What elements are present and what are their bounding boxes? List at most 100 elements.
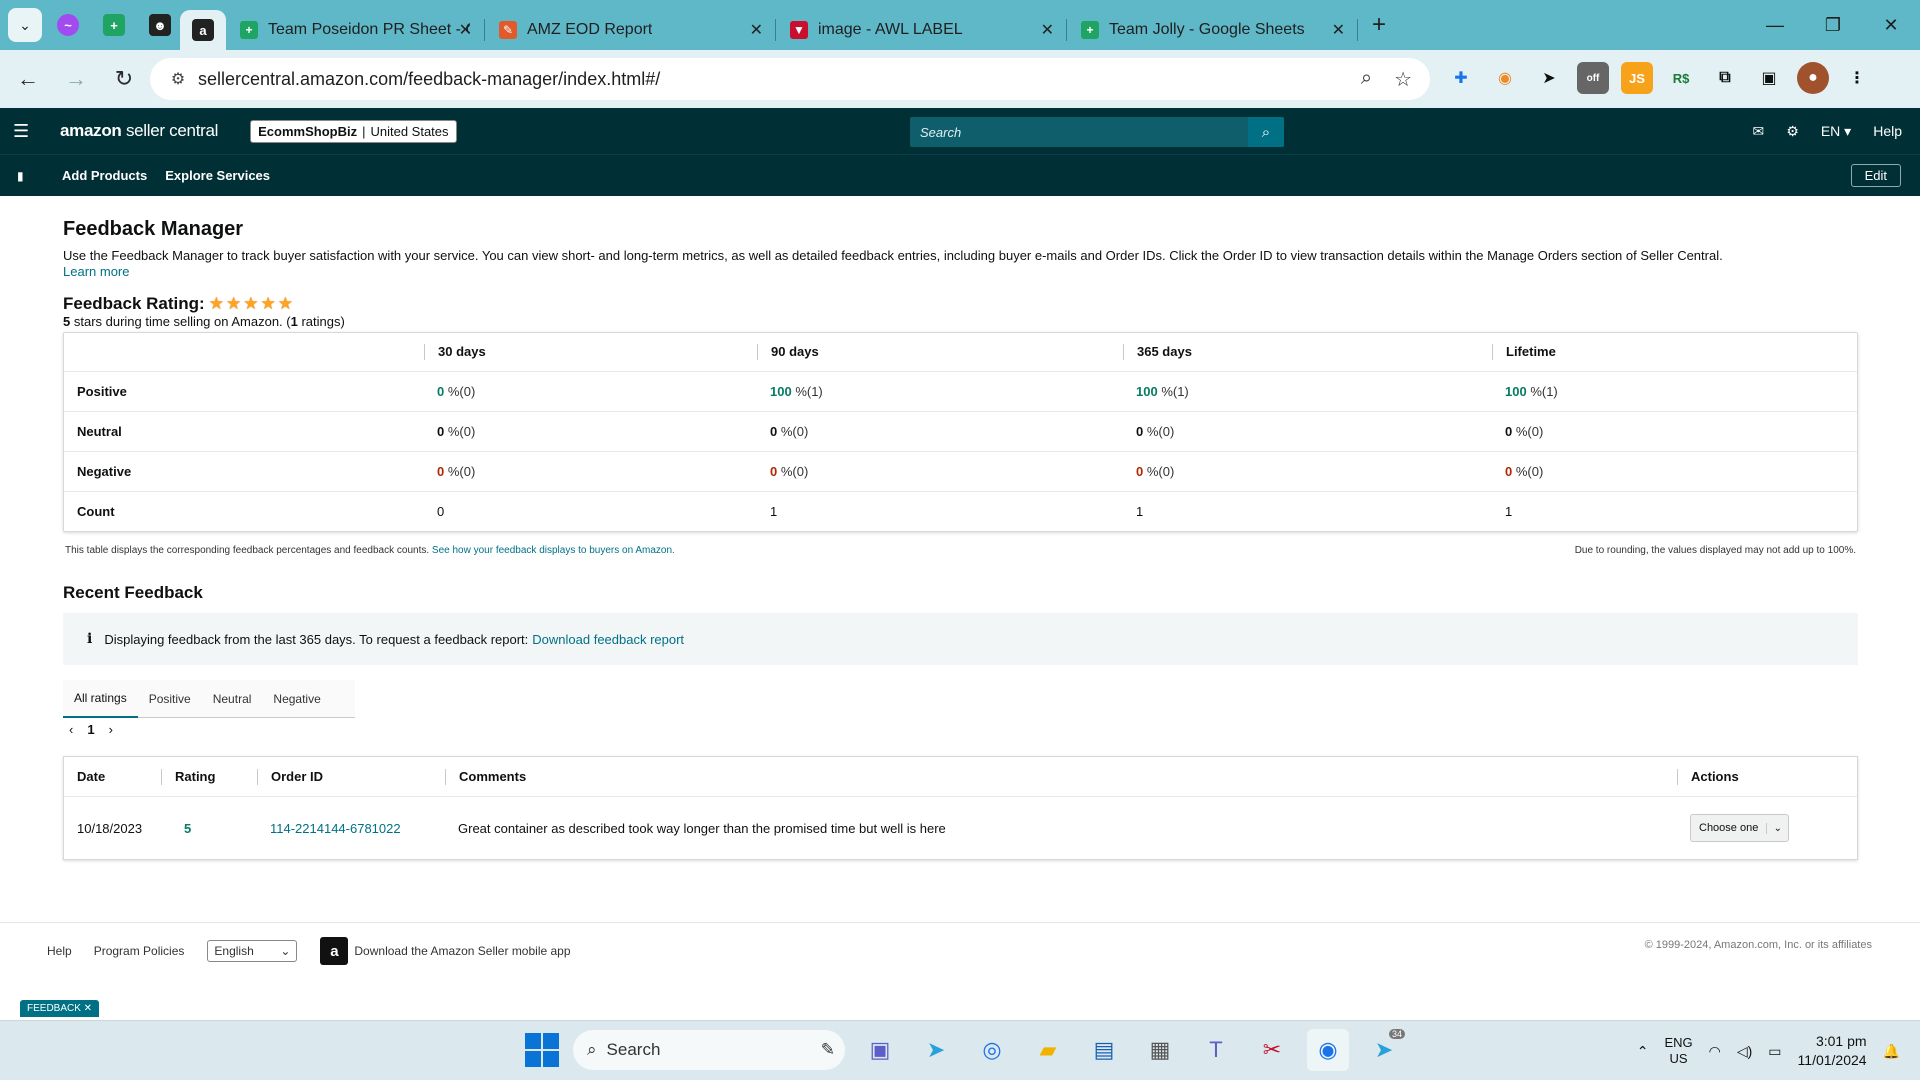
pinned-tab-messenger[interactable]: ~	[48, 7, 88, 43]
minimize-icon[interactable]: —	[1746, 0, 1804, 50]
teams-meet-icon[interactable]: ▣	[859, 1029, 901, 1071]
seller-search-input[interactable]	[910, 117, 1248, 147]
tab-all-ratings[interactable]: All ratings	[63, 680, 138, 718]
bookmark-icon[interactable]: ▮	[17, 169, 33, 183]
close-window-icon[interactable]: ✕	[1862, 0, 1920, 50]
language-label: EN	[1820, 122, 1841, 139]
close-tab-icon[interactable]: ✕	[459, 20, 472, 40]
forward-arrow-icon[interactable]: →	[56, 59, 96, 99]
windows-start-icon[interactable]	[525, 1033, 559, 1067]
extension-arrow-icon[interactable]: ➤	[1533, 62, 1565, 94]
telegram-desktop-icon[interactable]: ➤ 34	[1363, 1029, 1405, 1071]
notification-bell-icon[interactable]: 🔔	[1883, 1043, 1900, 1060]
battery-icon[interactable]: ▭	[1768, 1043, 1781, 1060]
taskbar-apps: ⌕ Search ✎ ▣ ➤ ◎ ▰ ▤ ▦ T ✂ ◉ ➤ 34	[525, 1029, 1405, 1071]
restore-icon[interactable]: ❐	[1804, 0, 1862, 50]
subnav-add-products[interactable]: Add Products	[62, 168, 147, 183]
telegram-icon[interactable]: ➤	[915, 1029, 957, 1071]
input-language[interactable]: ENG US	[1664, 1035, 1692, 1067]
language-selector[interactable]: EN ▾	[1821, 123, 1851, 140]
tab-negative[interactable]: Negative	[262, 680, 331, 718]
store-selector[interactable]: EcommShopBiz | United States	[250, 119, 457, 143]
learn-more-link[interactable]: Learn more	[63, 264, 129, 279]
search-icon: ⌕	[587, 1040, 597, 1059]
amazon-app-icon[interactable]: a	[320, 937, 349, 965]
subnav-explore-services[interactable]: Explore Services	[165, 168, 270, 183]
browser-menu-icon[interactable]: ⋮	[1841, 62, 1873, 94]
tab-neutral[interactable]: Neutral	[202, 680, 263, 718]
extension-off-icon[interactable]: off	[1577, 62, 1609, 94]
site-settings-icon[interactable]: ⚙	[162, 69, 194, 89]
chrome-profile-icon[interactable]: ◎	[971, 1029, 1013, 1071]
wifi-icon[interactable]: ◠	[1709, 1043, 1721, 1060]
metrics-cell: 100 %(1)	[1136, 384, 1189, 399]
current-page[interactable]: 1	[87, 722, 94, 737]
footer-help-link[interactable]: Help	[47, 944, 72, 958]
close-tab-icon[interactable]: ✕	[750, 20, 763, 40]
star-icon: ★	[225, 294, 242, 313]
windows-taskbar: ⌕ Search ✎ ▣ ➤ ◎ ▰ ▤ ▦ T ✂ ◉ ➤ 34 ⌃ ENG U…	[0, 1020, 1920, 1080]
info-icon: i	[87, 631, 93, 647]
footer-language-select[interactable]: English ⌄	[207, 940, 298, 962]
feedback-badge[interactable]: FEEDBACK ✕	[20, 1000, 100, 1017]
volume-icon[interactable]: ◁)	[1737, 1043, 1752, 1060]
url-text[interactable]: sellercentral.amazon.com/feedback-manage…	[198, 69, 660, 90]
chrome-icon[interactable]: ◉	[1307, 1029, 1349, 1071]
intro-body: Use the Feedback Manager to track buyer …	[63, 248, 1723, 263]
calculator-icon[interactable]: ▦	[1139, 1029, 1181, 1071]
input-language-bottom: US	[1669, 1051, 1688, 1066]
notepad-icon[interactable]: ▤	[1083, 1029, 1125, 1071]
footer-links: Help Program Policies English ⌄ a Downloa…	[47, 937, 571, 965]
download-app-link[interactable]: Download the Amazon Seller mobile app	[354, 944, 570, 958]
hamburger-menu-icon[interactable]: ☰	[13, 121, 35, 142]
extension-puzzle-blue-icon[interactable]: ✚	[1445, 62, 1477, 94]
gear-icon[interactable]: ⚙	[1786, 123, 1799, 140]
clock[interactable]: 3:01 pm 11/01/2024	[1798, 1032, 1867, 1070]
file-explorer-icon[interactable]: ▰	[1027, 1029, 1069, 1071]
edit-button[interactable]: Edit	[1850, 164, 1901, 187]
omnibox[interactable]: ⚙ sellercentral.amazon.com/feedback-mana…	[150, 58, 1430, 100]
back-arrow-icon[interactable]: ←	[8, 59, 48, 99]
tab-awl-label[interactable]: ▼ image - AWL LABEL ✕	[776, 10, 1066, 50]
tab-team-poseidon[interactable]: + Team Poseidon PR Sheet - Goo ✕	[226, 10, 484, 50]
side-panel-icon[interactable]: ▣	[1753, 62, 1785, 94]
download-report-link[interactable]: Download feedback report	[532, 632, 684, 647]
seller-subnav: ▮ Add Products Explore Services Edit	[0, 154, 1920, 196]
reload-icon[interactable]: ↻	[104, 59, 144, 99]
extension-rs-icon[interactable]: R$	[1665, 62, 1697, 94]
active-tab-amazon[interactable]: a	[180, 10, 226, 50]
taskbar-search[interactable]: ⌕ Search ✎	[573, 1030, 845, 1070]
search-icon[interactable]: ⌕	[1248, 117, 1284, 147]
tab-team-jolly[interactable]: + Team Jolly - Google Sheets ✕	[1067, 10, 1357, 50]
prev-page-chevron-icon[interactable]: ‹	[69, 722, 73, 737]
close-tab-icon[interactable]: ✕	[1332, 20, 1345, 40]
extension-orange-circle-icon[interactable]: ◉	[1489, 62, 1521, 94]
seller-search: ⌕	[910, 117, 1284, 147]
store-region: United States	[370, 123, 449, 139]
profile-avatar[interactable]: ●	[1797, 62, 1829, 94]
tab-positive[interactable]: Positive	[138, 680, 202, 718]
chevron-down-icon: ⌄	[280, 944, 291, 958]
actions-dropdown[interactable]: Choose one ⌄	[1690, 814, 1790, 842]
pinned-tab-sheets[interactable]: +	[94, 7, 134, 43]
tab-amz-eod-report[interactable]: ✎ AMZ EOD Report ✕	[485, 10, 775, 50]
extension-js-icon[interactable]: JS	[1621, 62, 1653, 94]
chevron-up-icon[interactable]: ⌃	[1637, 1043, 1649, 1060]
mail-icon[interactable]: ✉	[1753, 123, 1765, 140]
help-link[interactable]: Help	[1873, 123, 1902, 139]
close-tab-icon[interactable]: ✕	[1041, 20, 1054, 40]
seller-central-logo[interactable]: amazon seller central	[60, 121, 218, 141]
zoom-magnifier-icon[interactable]: ⌕	[1361, 67, 1372, 92]
bookmark-star-icon[interactable]: ☆	[1394, 67, 1412, 92]
buyer-view-link[interactable]: See how your feedback displays to buyers…	[432, 545, 675, 556]
order-id-link[interactable]: 114-2214144-6781022	[257, 821, 445, 836]
footer-program-policies-link[interactable]: Program Policies	[94, 944, 185, 958]
pinned-tab-profile[interactable]: ☻	[140, 7, 180, 43]
extensions-puzzle-icon[interactable]: ⧉	[1709, 62, 1741, 94]
snipping-tool-icon[interactable]: ✂	[1251, 1029, 1293, 1071]
teams-icon[interactable]: T	[1195, 1029, 1237, 1071]
feedback-comment: Great container as described took way lo…	[458, 820, 946, 836]
tab-search-chevron-icon[interactable]: ⌄	[8, 8, 42, 42]
new-tab-plus-icon[interactable]: +	[1372, 11, 1386, 39]
next-page-chevron-icon[interactable]: ›	[109, 722, 113, 737]
